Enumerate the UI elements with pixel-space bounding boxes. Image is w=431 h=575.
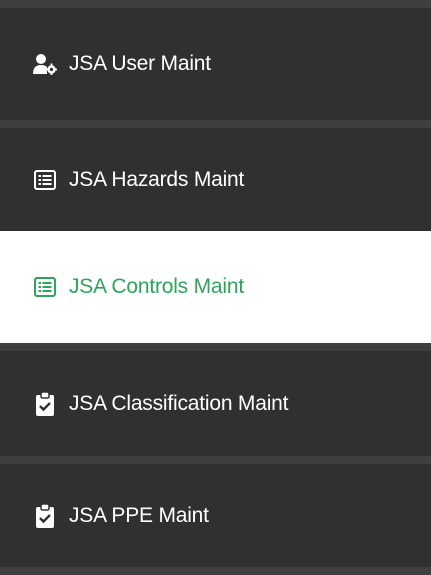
menu-item-label: JSA Controls Maint (69, 275, 244, 298)
user-gear-icon (33, 52, 57, 76)
sidebar-menu: JSA User Maint JSA Hazards Maint JSA Con… (0, 0, 431, 575)
menu-item-ppe-maint[interactable]: JSA PPE Maint (0, 464, 431, 567)
menu-separator (0, 343, 431, 351)
menu-separator (0, 456, 431, 464)
menu-item-classification-maint[interactable]: JSA Classification Maint (0, 351, 431, 456)
list-icon (33, 275, 57, 299)
clipboard-check-icon (33, 503, 57, 528)
menu-item-label: JSA Classification Maint (69, 391, 289, 415)
list-icon (33, 168, 57, 192)
menu-item-label: JSA Hazards Maint (69, 167, 245, 191)
menu-item-label: JSA User Maint (69, 52, 211, 75)
clipboard-check-icon (33, 391, 57, 416)
menu-item-controls-maint[interactable]: JSA Controls Maint (0, 231, 431, 343)
menu-item-hazards-maint[interactable]: JSA Hazards Maint (0, 128, 431, 231)
menu-separator (0, 120, 431, 128)
menu-separator (0, 0, 431, 8)
menu-separator (0, 567, 431, 575)
menu-item-user-maint[interactable]: JSA User Maint (0, 8, 431, 120)
menu-item-label: JSA PPE Maint (69, 503, 209, 527)
